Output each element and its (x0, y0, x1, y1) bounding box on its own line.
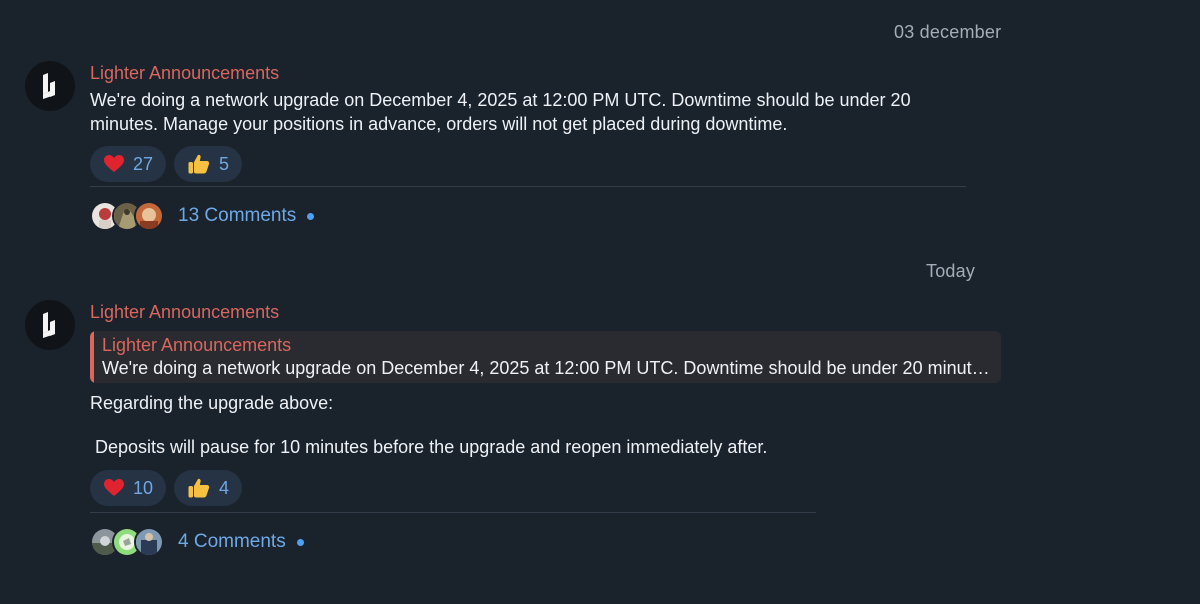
reaction-count: 10 (133, 477, 154, 498)
date-separator: 03 december (894, 22, 1002, 42)
reaction-thumbs-up[interactable]: 4 (174, 470, 243, 506)
thumbs-up-icon (188, 154, 210, 174)
message-post: Lighter Announcements Lighter Announceme… (90, 301, 1002, 506)
message-text: Deposits will pause for 10 minutes befor… (90, 437, 768, 457)
comments-count-label: 13 Comments (178, 205, 297, 226)
reaction-heart[interactable]: 10 (90, 470, 167, 506)
commenter-avatar (134, 527, 164, 557)
sender-name[interactable]: Lighter Announcements (90, 301, 1002, 323)
red-heart-icon (104, 479, 124, 496)
reaction-count: 5 (219, 153, 230, 174)
commenter-avatar (134, 201, 164, 231)
comments-count-label: 4 Comments (178, 531, 286, 552)
quote-sender: Lighter Announcements (102, 335, 292, 355)
lighter-logo-icon (43, 312, 55, 338)
commenter-avatars (90, 201, 164, 231)
unread-indicator (296, 538, 304, 546)
commenter-avatars (90, 527, 164, 557)
quote-accent-bar (90, 331, 94, 383)
sender-name[interactable]: Lighter Announcements (90, 62, 980, 84)
quote-text: We're doing a network upgrade on Decembe… (102, 358, 993, 378)
thumbs-up-icon (188, 478, 210, 498)
reaction-heart[interactable]: 27 (90, 146, 167, 182)
comments-link[interactable]: 13 Comments (90, 201, 315, 231)
divider (90, 186, 966, 187)
date-separator: Today (926, 261, 976, 281)
unread-indicator (307, 212, 315, 220)
red-heart-icon (104, 155, 124, 172)
comments-link[interactable]: 4 Comments (90, 527, 304, 557)
reaction-thumbs-up[interactable]: 5 (174, 146, 243, 182)
reaction-count: 27 (133, 153, 154, 174)
channel-avatar[interactable] (25, 61, 75, 111)
lighter-logo-icon (43, 73, 55, 99)
message-post: Lighter Announcements We're doing a netw… (90, 62, 980, 182)
reply-quote[interactable]: Lighter Announcements We're doing a netw… (90, 331, 1001, 383)
channel-avatar[interactable] (25, 300, 75, 350)
reaction-count: 4 (219, 477, 230, 498)
reactions-bar: 10 4 (90, 470, 1002, 506)
message-text: Regarding the upgrade above: (90, 393, 334, 413)
reactions-bar: 27 5 (90, 146, 980, 182)
divider (90, 512, 816, 513)
message-text: We're doing a network upgrade on Decembe… (90, 90, 916, 134)
